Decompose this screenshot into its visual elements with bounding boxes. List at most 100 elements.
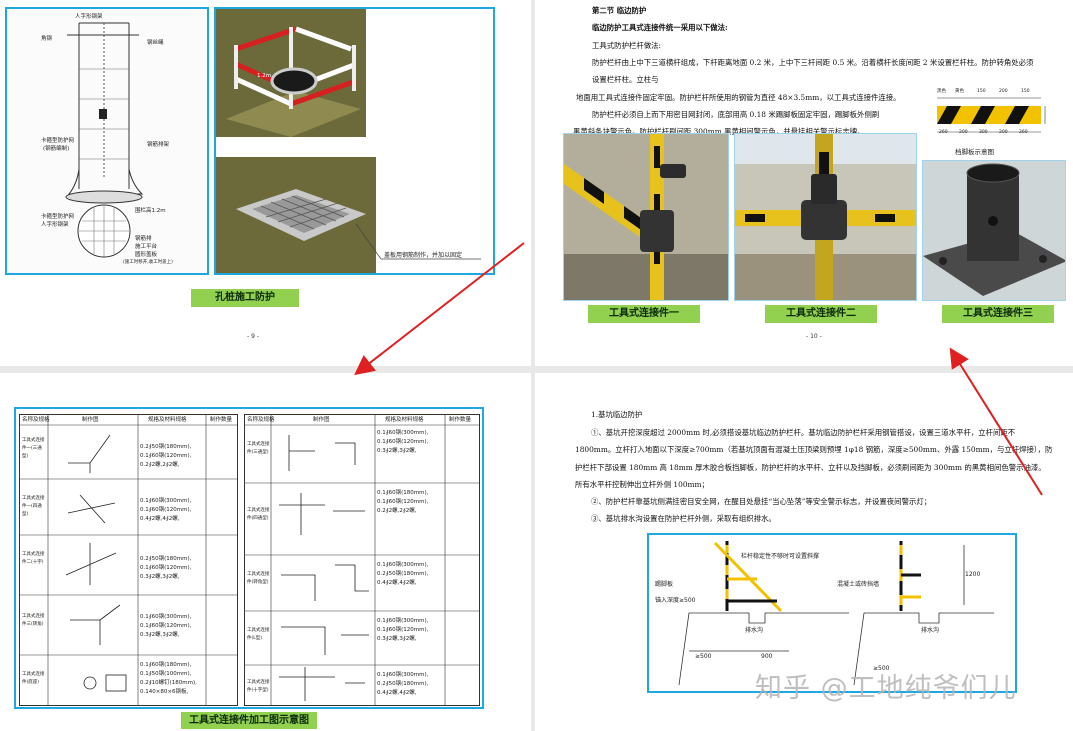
row-left-1-name: 工具式连接件一(三通型): [22, 438, 45, 459]
row-left-5-spec-3: 0.2∮10螺钉(180mm),: [140, 680, 197, 686]
row-right-2-spec-3: 0.2∮2螺,2∮2螺,: [377, 508, 417, 514]
text-line-1: 临边防护工具式连接件统一采用以下做法:: [592, 23, 728, 32]
toeboard-caption: 档脚板示意图: [955, 148, 994, 156]
label-round-cover: 圆形盖板: [135, 252, 158, 258]
row-right-2-spec-1: 0.1∮60钢(180mm),: [377, 490, 429, 496]
row-left-3-spec-3: 0.3∮2螺,3∮2螺,: [140, 574, 180, 580]
label-ditch-right: 排水沟: [921, 627, 940, 634]
page-number: - 9 -: [247, 333, 259, 340]
page-pit-protection: 1.基坑临边防护 ①、基坑开挖深度超过 2000mm 时,必须搭设基坑临边防护栏…: [535, 373, 1073, 731]
caption-connector-1: 工具式连接件一: [588, 305, 700, 323]
label-fence-height: 围栏高1.2m: [135, 208, 166, 214]
toeboard-dim-6: 300: [979, 130, 988, 135]
caption-connector-2: 工具式连接件二: [765, 305, 877, 323]
label-platform: 施工平台: [135, 244, 158, 250]
text-line-2: 工具式防护栏杆做法:: [592, 41, 662, 50]
label-herringbone-2: 人字形钢架: [41, 222, 69, 228]
hdr-right-qty: 制作数量: [449, 417, 472, 423]
hdr-right-spec: 规格及材料规格: [385, 417, 424, 423]
row-left-1-spec-3: 0.2∮2螺,2∮2螺,: [140, 462, 180, 468]
row-right-4-name: 工具式连接件(L型): [247, 628, 270, 641]
render-note: 盖板用钢筋制作，并加以固定: [384, 252, 463, 259]
connector-2-illustration: [735, 134, 916, 300]
table-right-grid: [245, 415, 479, 705]
pit-line-5: ②、防护栏杆靠基坑侧满挂密目安全网，在醒目处悬挂“当心坠落”等安全警示标志，并设…: [591, 497, 932, 506]
row-left-2-spec-2: 0.1∮60钢(120mm),: [140, 507, 192, 513]
row-right-1-spec-2: 0.1∮60钢(120mm),: [377, 439, 429, 445]
label-embed-depth: 锚入深度≥500: [655, 597, 696, 604]
text-line-3: 防护栏杆由上中下三道横杆组成，下杆距离地面 0.2 米，上中下三杆间距 0.5 …: [592, 58, 1034, 67]
pit-line-6: ③、基坑排水沟设置在防护栏杆外侧，采取有组织排水。: [591, 514, 776, 523]
toeboard-dim-4: 260: [939, 130, 948, 135]
row-right-2-name: 工具式连接件(四通型): [247, 508, 270, 521]
row-left-5-name: 工具式连接件(底座): [22, 672, 45, 685]
manhole-diagram: [7, 9, 207, 273]
pit-line-1: ①、基坑开挖深度超过 2000mm 时,必须搭设基坑临边防护栏杆。基坑临边防护栏…: [591, 428, 1016, 437]
row-right-3-spec-1: 0.1∮60钢(300mm),: [377, 562, 429, 568]
page-connector-drawings: 名称及规格 制作图 规格及材料规格 制作数量 工具式连接件一(三通型) 0.2∮…: [0, 373, 531, 731]
row-left-1-spec-2: 0.1∮60钢(120mm),: [140, 453, 192, 459]
toeboard-dim-3: 150: [1021, 89, 1030, 94]
row-left-5-spec-1: 0.1∮60钢(180mm),: [140, 662, 192, 668]
label-rebar-row: 钢筋排: [135, 236, 152, 242]
label-brace-note: 栏杆稳定性不够时可设置斜撑: [741, 553, 820, 560]
caption-connector-3: 工具式连接件三: [942, 305, 1054, 323]
row-right-4-spec-3: 0.3∮2螺,3∮2螺,: [377, 636, 417, 642]
label-rebar-weave: (钢筋编制): [43, 146, 70, 152]
table-left-grid: [20, 415, 237, 705]
toeboard-dim-5: 200: [959, 130, 968, 135]
label-dim-900: 900: [761, 653, 773, 660]
row-right-4-spec-2: 0.1∮60钢(120mm),: [377, 627, 429, 633]
row-left-3-name: 工具式连接件二(十字): [22, 552, 45, 565]
photo-connector-2: [734, 133, 917, 301]
toeboard-dim-8: 260: [1019, 130, 1028, 135]
pit-line-2: 1800mm。立杆打入地面以下深度≥700mm（若基坑顶面有混凝土压顶梁则预埋 …: [575, 445, 1053, 454]
label-height-1200: 1200: [965, 571, 981, 578]
row-left-3-spec-2: 0.1∮60钢(120mm),: [140, 565, 192, 571]
row-left-4-spec-1: 0.1∮60钢(300mm),: [140, 614, 192, 620]
row-right-3-spec-2: 0.2∮50钢(180mm),: [377, 571, 429, 577]
label-rebar-rack: 钢筋排架: [147, 142, 170, 148]
text-line-6: 防护栏杆必须自上而下用密目网封闭，底部用高 0.18 米踢脚板固定牢固，踢脚板外…: [592, 110, 880, 119]
label-dim-500-left: ≥500: [695, 653, 712, 660]
hdr-left-qty: 制作数量: [210, 417, 233, 423]
row-right-5-spec-3: 0.4∮2螺,4∮2螺,: [377, 690, 417, 696]
section-heading: 第二节 临边防护: [592, 6, 647, 15]
connector-3-illustration: [923, 161, 1065, 300]
label-ditch-left: 排水沟: [745, 627, 764, 634]
label-wire-rope: 钢丝绳: [147, 40, 164, 46]
row-right-1-spec-3: 0.3∮2螺,3∮2螺,: [377, 448, 417, 454]
label-angle-steel: 角钢: [41, 36, 53, 42]
row-left-4-spec-3: 0.3∮2螺,3∮2螺,: [140, 632, 180, 638]
toeboard-label-black: 黑色: [937, 89, 946, 94]
row-left-3-spec-1: 0.2∮50钢(180mm),: [140, 556, 192, 562]
hdr-left-name: 名称及规格: [22, 417, 50, 423]
label-clamp-net-2: 卡箍型防护网: [41, 214, 75, 220]
pit-line-4: 所有水平杆控制伸出立杆外侧 100mm；: [575, 480, 709, 489]
photo-connector-3: [922, 160, 1066, 301]
row-right-1-name: 工具式连接件(三通型): [247, 442, 270, 455]
render-frame: 1.2m 盖板用钢筋制作，并加以固定: [214, 7, 495, 275]
row-left-4-spec-2: 0.1∮60钢(120mm),: [140, 623, 192, 629]
label-toeboard: 踢脚板: [655, 581, 674, 588]
row-right-5-name: 工具式连接件(十字型): [247, 680, 270, 693]
row-left-5-spec-4: 0.140×80×6钢板,: [140, 689, 189, 695]
toeboard-label-yellow: 黄色: [955, 89, 964, 94]
row-left-4-name: 工具式连接件三(转角): [22, 614, 45, 627]
toeboard-dim-2: 200: [999, 89, 1008, 94]
caption-drawings: 工具式连接件加工图示意图: [181, 712, 317, 729]
hdr-right-name: 名称及规格: [247, 417, 275, 423]
toeboard-dim-7: 200: [999, 130, 1008, 135]
pit-heading: 1.基坑临边防护: [591, 410, 643, 419]
label-cover-note: (施工时移开,收工时盖上): [123, 260, 173, 265]
caption-pile-protection: 孔桩施工防护: [191, 289, 299, 307]
label-retaining-wall: 混凝土或砖挡墙: [837, 581, 880, 588]
table-left: 名称及规格 制作图 规格及材料规格 制作数量 工具式连接件一(三通型) 0.2∮…: [19, 414, 238, 706]
connector-1-illustration: [564, 134, 728, 300]
text-line-4: 设置栏杆柱。立柱与: [592, 75, 659, 84]
hdr-right-drawing: 制作图: [313, 417, 330, 423]
row-left-2-spec-3: 0.4∮2螺,4∮2螺,: [140, 516, 180, 522]
row-right-5-spec-1: 0.1∮60钢(300mm),: [377, 672, 429, 678]
page-number: - 10 -: [806, 333, 822, 340]
toeboard-dim-1: 150: [977, 89, 986, 94]
